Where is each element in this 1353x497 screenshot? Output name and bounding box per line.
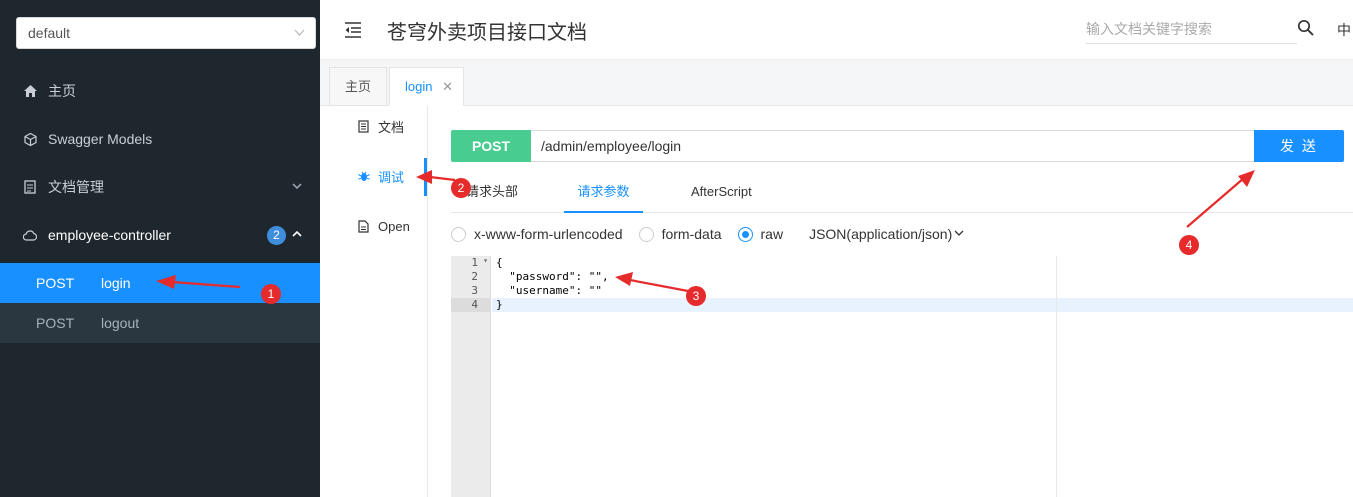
endpoint-name: login <box>101 275 131 291</box>
endpoint-method: POST <box>36 275 75 291</box>
annotation-marker-4: 4 <box>1179 235 1199 255</box>
send-button[interactable]: 发 送 <box>1254 130 1344 162</box>
sidebar-item-home[interactable]: 主页 <box>0 71 320 111</box>
annotation-marker-3: 3 <box>686 286 706 306</box>
count-badge: 2 <box>267 226 286 245</box>
code-line: "password": "", <box>496 270 609 283</box>
cube-icon <box>23 132 37 146</box>
nav-doc[interactable]: 文档 <box>320 114 427 138</box>
radio-circle-selected[interactable] <box>737 226 753 242</box>
tab-label: 主页 <box>345 79 372 94</box>
radio-raw[interactable]: raw <box>737 226 784 242</box>
group-select-value: default <box>28 25 71 41</box>
radio-urlencoded[interactable]: x-www-form-urlencoded <box>451 226 623 242</box>
endpoint-name: logout <box>101 315 140 331</box>
line-number: 3 <box>471 284 478 297</box>
close-icon[interactable]: ✕ <box>442 79 453 94</box>
document-manage-icon <box>23 180 37 194</box>
sidebar-item-swagger-models[interactable]: Swagger Models <box>0 119 320 159</box>
code-line: { <box>496 256 503 269</box>
line-number: 1 ▾ <box>471 256 488 269</box>
bug-icon <box>358 170 370 182</box>
file-icon <box>358 219 370 233</box>
editor-gutter: 1 ▾ 2 3 4 <box>451 256 491 497</box>
nav-label: 调试 <box>378 169 405 185</box>
code-line: "username": "" <box>496 284 602 297</box>
annotation-marker-1: 1 <box>261 284 281 304</box>
chevron-down-icon <box>292 182 302 193</box>
doc-side-nav: 文档 调试 Open <box>320 106 428 497</box>
tab-request-headers[interactable]: 请求头部 <box>466 173 518 213</box>
chevron-up-icon <box>292 230 302 241</box>
method-tag: POST <box>451 130 531 162</box>
radio-label: form-data <box>661 226 722 242</box>
home-icon <box>23 85 37 97</box>
group-select[interactable]: default <box>16 17 316 49</box>
search-icon[interactable] <box>1297 19 1315 37</box>
body-type-selector: x-www-form-urlencoded form-data raw JSON… <box>451 222 964 246</box>
json-editor[interactable]: 1 ▾ 2 3 4 { "password": "", "username": "… <box>451 256 1353 497</box>
line-number: 4 <box>451 298 491 312</box>
request-sub-tabs: 请求头部 请求参数 AfterScript <box>451 173 1353 213</box>
print-margin <box>1056 256 1057 497</box>
sidebar-item-doc-manage[interactable]: 文档管理 <box>0 167 320 207</box>
search-input[interactable] <box>1086 15 1297 44</box>
annotation-marker-2: 2 <box>451 178 471 198</box>
tab-login[interactable]: login ✕ <box>389 67 464 106</box>
nav-label: 文档 <box>378 119 405 135</box>
line-number: 2 <box>471 270 478 283</box>
radio-circle[interactable] <box>638 226 654 242</box>
radio-circle[interactable] <box>451 226 466 242</box>
radio-label: x-www-form-urlencoded <box>474 226 623 242</box>
page-title: 苍穹外卖项目接口文档 <box>387 22 587 44</box>
tab-bar: 主页 login ✕ <box>320 60 1353 106</box>
radio-label: raw <box>760 226 784 242</box>
content-type-select[interactable]: JSON(application/json) <box>809 226 964 242</box>
tab-request-params[interactable]: 请求参数 <box>564 173 643 213</box>
document-icon <box>358 119 370 133</box>
menu-collapse-icon[interactable] <box>344 22 362 38</box>
code-line: } <box>492 298 1353 312</box>
sidebar-item-label: 文档管理 <box>48 179 104 195</box>
content-type-value: JSON(application/json) <box>809 226 953 242</box>
sidebar-item-label: employee-controller <box>48 227 171 243</box>
top-bar: 苍穹外卖项目接口文档 中 <box>320 0 1353 60</box>
nav-open[interactable]: Open <box>320 214 427 238</box>
language-switch[interactable]: 中 <box>1337 20 1351 40</box>
sidebar-item-label: Swagger Models <box>48 131 153 147</box>
nav-label: Open <box>378 218 410 234</box>
sidebar: default 主页 Swagger Models 文档管理 employee-… <box>0 0 320 497</box>
sidebar-item-employee-controller[interactable]: employee-controller 2 <box>0 215 320 255</box>
url-input[interactable]: /admin/employee/login <box>531 130 1255 162</box>
nav-debug[interactable]: 调试 <box>320 164 427 188</box>
fold-icon: ▾ <box>483 256 488 265</box>
chevron-down-icon <box>294 18 305 60</box>
tab-home[interactable]: 主页 <box>329 67 388 106</box>
cloud-icon <box>23 229 37 241</box>
tab-label: login <box>405 79 433 94</box>
endpoint-post-logout[interactable]: POST logout <box>0 303 320 343</box>
sidebar-item-label: 主页 <box>48 83 76 99</box>
endpoint-method: POST <box>36 315 75 331</box>
radio-form-data[interactable]: form-data <box>638 226 722 242</box>
tab-after-script[interactable]: AfterScript <box>691 173 752 213</box>
active-indicator <box>424 158 427 196</box>
chevron-down-icon <box>954 229 964 240</box>
